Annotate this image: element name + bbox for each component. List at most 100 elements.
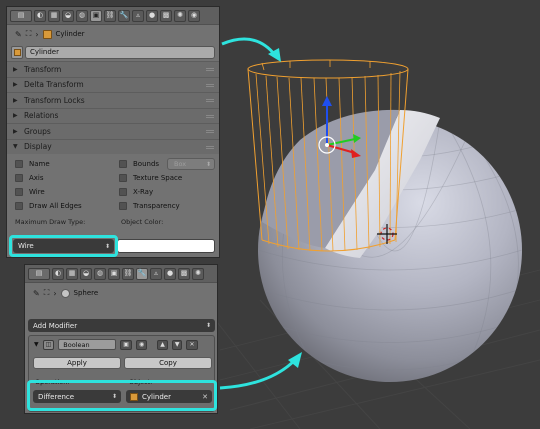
modifier-header: ▼ ◫ Boolean ▣ ◉ ▲ ▼ ✕ [29,336,214,353]
max-draw-type-label: Maximum Draw Type: [15,218,86,226]
remove-modifier-icon[interactable]: ✕ [186,339,198,350]
pin-icon[interactable]: ✎ [33,289,40,298]
bounds-checkbox[interactable] [119,160,127,168]
chevron-right-icon: › [53,288,57,298]
bounds-label: Bounds [133,160,160,168]
object-icon [13,48,21,56]
data-tab-icon[interactable]: ▵ [150,267,162,280]
wire-checkbox-row[interactable]: Wire [15,188,45,196]
axis-checkbox-row[interactable]: Axis [15,174,44,182]
add-modifier-dropdown[interactable]: Add Modifier ⬍ [28,319,215,332]
breadcrumb: ✎ ⛶ › Cylinder [7,25,219,43]
drag-grip-icon[interactable] [206,99,214,102]
scene-tab-icon[interactable]: ◒ [80,267,92,280]
highlight-box [9,235,118,257]
drag-grip-icon[interactable] [206,83,214,87]
apply-button[interactable]: Apply [33,357,121,369]
xray-checkbox[interactable] [119,188,127,196]
name-checkbox-row[interactable]: Name [15,160,50,168]
render-tab-icon[interactable]: ◐ [34,9,46,22]
object-type-button[interactable] [11,45,23,59]
collapse-icon[interactable]: ▼ [34,341,39,348]
section-transform[interactable]: ▶ Transform [7,61,219,77]
world-tab-icon[interactable]: ◍ [94,267,106,280]
draw-all-edges-checkbox-row[interactable]: Draw All Edges [15,202,82,210]
breadcrumb-object-name: Sphere [73,289,99,297]
modifier-properties-panel: ▤ ◐ ▦ ◒ ◍ ▣ ⛓ 🔧 ▵ ● ▩ ✺ ✎ ⛶ › Sphere Add… [24,264,218,414]
axis-label: Axis [29,174,44,182]
object-color-swatch[interactable] [117,239,215,253]
section-transform-locks[interactable]: ▶ Transform Locks [7,92,219,108]
modifier-name-field[interactable]: Boolean [58,339,117,350]
highlight-box [27,380,217,411]
world-tab-icon[interactable]: ◍ [76,9,88,22]
move-down-icon[interactable]: ▼ [171,339,183,350]
editor-type-icon[interactable]: ▤ [10,9,32,22]
drag-grip-icon[interactable] [206,68,214,71]
draw-all-edges-checkbox[interactable] [15,202,23,210]
bounds-type-dropdown[interactable]: Box ⬍ [167,158,215,170]
material-tab-icon[interactable]: ● [164,267,176,280]
object-name-field[interactable]: Cylinder [25,45,215,59]
drag-grip-icon[interactable] [206,145,214,149]
axis-checkbox[interactable] [15,174,23,182]
texture-space-checkbox-row[interactable]: Texture Space [119,174,182,182]
bounds-checkbox-row[interactable]: Bounds [119,160,159,168]
constraints-tab-icon[interactable]: ⛓ [104,9,116,22]
expand-right-icon: ▶ [13,96,18,104]
scene-icon: ⛶ [25,29,32,38]
layers-tab-icon[interactable]: ▦ [66,267,78,280]
render-tab-icon[interactable]: ◐ [52,267,64,280]
expand-right-icon: ▶ [13,81,18,89]
drag-grip-icon[interactable] [206,130,214,133]
layers-tab-icon[interactable]: ▦ [48,9,60,22]
section-label: Transform [24,64,62,74]
name-label: Name [29,160,50,168]
modifiers-tab-icon[interactable]: 🔧 [118,9,130,22]
section-display[interactable]: ▼ Display [7,138,219,154]
breadcrumb: ✎ ⛶ › Sphere [25,283,217,303]
material-tab-icon[interactable]: ● [146,9,158,22]
section-relations[interactable]: ▶ Relations [7,107,219,123]
constraints-tab-icon[interactable]: ⛓ [122,267,134,280]
object-tab-icon[interactable]: ▣ [108,267,120,280]
pin-icon[interactable]: ✎ [15,30,22,39]
dropdown-arrow-icon: ⬍ [205,322,211,329]
particles-tab-icon[interactable]: ✺ [174,9,186,22]
data-tab-icon[interactable]: ▵ [132,9,144,22]
scene-tab-icon[interactable]: ◒ [62,9,74,22]
viewport-toggle-icon[interactable]: ◉ [135,339,148,350]
name-checkbox[interactable] [15,160,23,168]
section-delta-transform[interactable]: ▶ Delta Transform [7,76,219,92]
xray-checkbox-row[interactable]: X-Ray [119,188,153,196]
texture-space-checkbox[interactable] [119,174,127,182]
drag-grip-icon[interactable] [206,114,214,118]
physics-tab-icon[interactable]: ◉ [188,9,200,22]
object-tab-icon[interactable]: ▣ [90,9,102,22]
transparency-checkbox[interactable] [119,202,127,210]
particles-tab-icon[interactable]: ✺ [192,267,204,280]
add-modifier-label: Add Modifier [33,321,78,330]
chevron-right-icon: › [35,29,39,39]
editor-type-icon[interactable]: ▤ [28,267,50,280]
texture-tab-icon[interactable]: ▩ [178,267,190,280]
render-toggle-icon[interactable]: ▣ [120,339,132,350]
breadcrumb-object-name: Cylinder [55,30,85,38]
modifiers-tab-icon[interactable]: 🔧 [136,267,148,280]
wire-checkbox[interactable] [15,188,23,196]
expand-right-icon: ▶ [13,65,18,73]
scene-icon: ⛶ [43,288,50,297]
texture-tab-icon[interactable]: ▩ [160,9,172,22]
move-up-icon[interactable]: ▲ [157,339,168,350]
section-groups[interactable]: ▶ Groups [7,123,219,139]
copy-button[interactable]: Copy [124,357,212,369]
transparency-label: Transparency [133,202,180,210]
transparency-checkbox-row[interactable]: Transparency [119,202,180,210]
cylinder-object-icon [42,29,52,39]
xray-label: X-Ray [133,188,154,196]
dropdown-arrow-icon: ⬍ [205,160,211,168]
properties-tabs: ▤ ◐ ▦ ◒ ◍ ▣ ⛓ 🔧 ▵ ● ▩ ✺ ◉ [7,7,219,25]
section-label: Groups [24,126,51,136]
section-label: Display [24,142,52,152]
section-label: Transform Locks [24,95,85,105]
